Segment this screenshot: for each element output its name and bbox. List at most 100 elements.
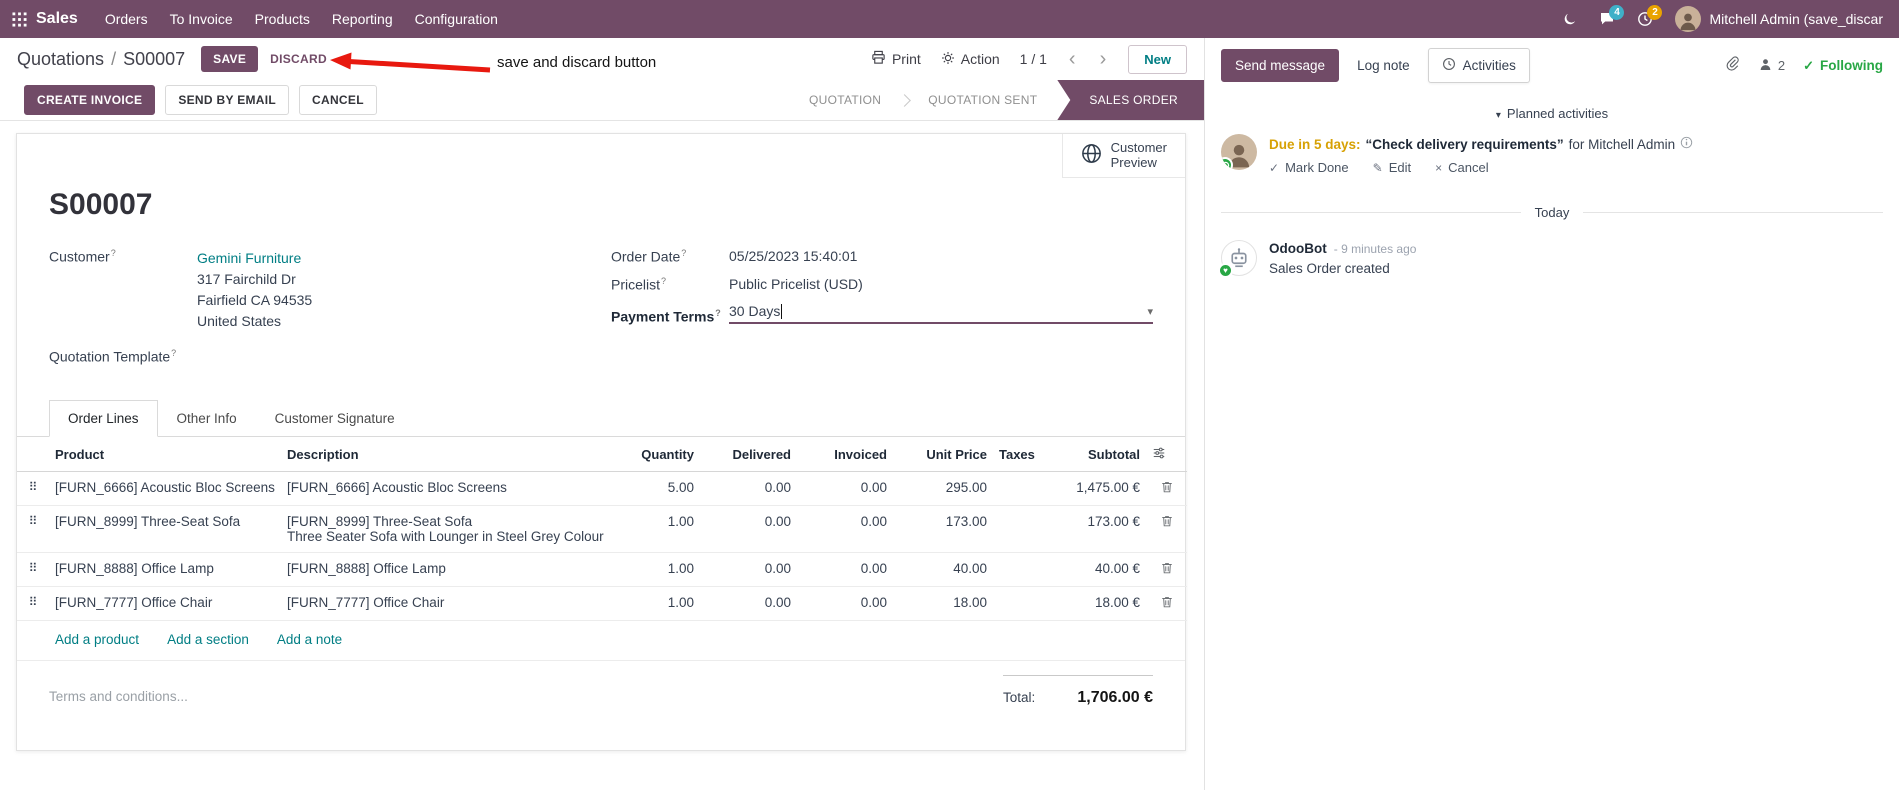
action-button[interactable]: Action: [941, 51, 1000, 68]
delete-line-icon[interactable]: [1146, 586, 1187, 621]
mark-done-button[interactable]: ✓ Mark Done: [1269, 160, 1349, 175]
dropdown-caret-icon[interactable]: ▾: [1147, 305, 1153, 318]
cancel-order-button[interactable]: CANCEL: [299, 85, 377, 115]
line-unit-price[interactable]: 295.00: [893, 471, 993, 506]
tab-other-info[interactable]: Other Info: [158, 400, 256, 437]
drag-handle-icon[interactable]: ⠿: [17, 471, 49, 506]
menu-orders[interactable]: Orders: [94, 0, 159, 38]
line-taxes[interactable]: [993, 586, 1055, 621]
save-button[interactable]: SAVE: [201, 46, 259, 72]
terms-and-conditions-input[interactable]: Terms and conditions...: [49, 689, 188, 707]
drag-handle-icon[interactable]: ⠿: [17, 505, 49, 553]
line-unit-price[interactable]: 40.00: [893, 552, 993, 587]
line-quantity[interactable]: 1.00: [617, 586, 700, 621]
state-quotation-sent[interactable]: QUOTATION SENT: [908, 80, 1058, 120]
state-quotation[interactable]: QUOTATION: [788, 80, 902, 120]
menu-products[interactable]: Products: [244, 0, 321, 38]
pager-previous-icon[interactable]: ‹: [1067, 49, 1078, 69]
pricelist-value[interactable]: Public Pricelist (USD): [729, 276, 863, 293]
discard-button[interactable]: DISCARD: [270, 52, 327, 66]
invoiced-column-header[interactable]: Invoiced: [797, 436, 893, 472]
attachment-paperclip-icon[interactable]: [1724, 55, 1740, 76]
line-description[interactable]: [FURN_8888] Office Lamp: [281, 552, 617, 587]
apps-grid-icon[interactable]: [12, 11, 27, 27]
line-delivered[interactable]: 0.00: [700, 552, 797, 587]
unit-price-column-header[interactable]: Unit Price: [893, 436, 993, 472]
activity-clock-icon[interactable]: 2: [1637, 5, 1663, 27]
tab-order-lines[interactable]: Order Lines: [49, 399, 158, 437]
line-delivered[interactable]: 0.00: [700, 586, 797, 621]
message-author[interactable]: OdooBot: [1269, 241, 1327, 256]
order-line-row[interactable]: ⠿ [FURN_8999] Three-Seat Sofa [FURN_8999…: [17, 505, 1187, 553]
add-a-product-link[interactable]: Add a product: [55, 632, 139, 647]
line-quantity[interactable]: 1.00: [617, 505, 700, 553]
order-line-row[interactable]: ⠿ [FURN_8888] Office Lamp [FURN_8888] Of…: [17, 552, 1187, 587]
line-description[interactable]: [FURN_8999] Three-Seat Sofa Three Seater …: [281, 505, 617, 553]
followers-button[interactable]: 2: [1758, 57, 1785, 75]
line-quantity[interactable]: 5.00: [617, 471, 700, 506]
line-quantity[interactable]: 1.00: [617, 552, 700, 587]
app-name[interactable]: Sales: [36, 10, 78, 28]
following-button[interactable]: ✓ Following: [1803, 58, 1883, 74]
line-taxes[interactable]: [993, 471, 1055, 506]
pager-next-icon[interactable]: ›: [1098, 49, 1109, 69]
customer-preview-button[interactable]: Customer Preview: [1061, 134, 1185, 178]
line-invoiced[interactable]: 0.00: [797, 586, 893, 621]
breadcrumb-quotations[interactable]: Quotations: [17, 49, 104, 70]
activities-tab-button[interactable]: Activities: [1427, 48, 1530, 83]
create-invoice-button[interactable]: CREATE INVOICE: [24, 85, 156, 115]
add-a-note-link[interactable]: Add a note: [277, 632, 342, 647]
optional-columns-icon[interactable]: [1146, 436, 1187, 472]
menu-to-invoice[interactable]: To Invoice: [159, 0, 244, 38]
send-by-email-button[interactable]: SEND BY EMAIL: [165, 85, 290, 115]
drag-handle-icon[interactable]: ⠿: [17, 586, 49, 621]
line-taxes[interactable]: [993, 552, 1055, 587]
drag-handle-icon[interactable]: ⠿: [17, 552, 49, 587]
state-sales-order[interactable]: SALES ORDER: [1057, 80, 1204, 120]
menu-reporting[interactable]: Reporting: [321, 0, 404, 38]
user-menu[interactable]: Mitchell Admin (save_discar: [1675, 6, 1883, 32]
line-product[interactable]: [FURN_8888] Office Lamp: [49, 552, 281, 587]
line-product[interactable]: [FURN_8999] Three-Seat Sofa: [49, 505, 281, 553]
line-unit-price[interactable]: 173.00: [893, 505, 993, 553]
cancel-activity-button[interactable]: × Cancel: [1435, 160, 1488, 175]
line-invoiced[interactable]: 0.00: [797, 505, 893, 553]
order-line-row[interactable]: ⠿ [FURN_6666] Acoustic Bloc Screens [FUR…: [17, 471, 1187, 506]
tab-customer-signature[interactable]: Customer Signature: [256, 400, 414, 437]
line-description[interactable]: [FURN_6666] Acoustic Bloc Screens: [281, 471, 617, 506]
customer-link[interactable]: Gemini Furniture: [197, 248, 312, 269]
print-button[interactable]: Print: [871, 50, 921, 68]
line-description[interactable]: [FURN_7777] Office Chair: [281, 586, 617, 621]
line-invoiced[interactable]: 0.00: [797, 471, 893, 506]
send-message-button[interactable]: Send message: [1221, 49, 1340, 82]
delivered-column-header[interactable]: Delivered: [700, 436, 797, 472]
menu-configuration[interactable]: Configuration: [404, 0, 509, 38]
dark-mode-moon-icon[interactable]: [1563, 12, 1577, 26]
delete-line-icon[interactable]: [1146, 505, 1187, 553]
quotation-template-field[interactable]: Quotation Template?: [49, 348, 611, 365]
info-icon[interactable]: [1680, 136, 1693, 152]
line-invoiced[interactable]: 0.00: [797, 552, 893, 587]
edit-activity-button[interactable]: ✎ Edit: [1373, 160, 1411, 175]
new-button[interactable]: New: [1128, 44, 1187, 74]
line-taxes[interactable]: [993, 505, 1055, 553]
order-line-row[interactable]: ⠿ [FURN_7777] Office Chair [FURN_7777] O…: [17, 586, 1187, 621]
line-unit-price[interactable]: 18.00: [893, 586, 993, 621]
log-note-button[interactable]: Log note: [1353, 50, 1414, 81]
product-column-header[interactable]: Product: [49, 436, 281, 472]
line-product[interactable]: [FURN_6666] Acoustic Bloc Screens: [49, 471, 281, 506]
line-delivered[interactable]: 0.00: [700, 505, 797, 553]
line-product[interactable]: [FURN_7777] Office Chair: [49, 586, 281, 621]
subtotal-column-header[interactable]: Subtotal: [1055, 436, 1146, 472]
delete-line-icon[interactable]: [1146, 471, 1187, 506]
description-column-header[interactable]: Description: [281, 436, 617, 472]
add-a-section-link[interactable]: Add a section: [167, 632, 249, 647]
planned-activities-header[interactable]: ▾ Planned activities: [1205, 106, 1899, 121]
line-delivered[interactable]: 0.00: [700, 471, 797, 506]
messages-icon[interactable]: 4: [1599, 5, 1625, 27]
delete-line-icon[interactable]: [1146, 552, 1187, 587]
quantity-column-header[interactable]: Quantity: [617, 436, 700, 472]
order-date-value[interactable]: 05/25/2023 15:40:01: [729, 248, 857, 265]
payment-terms-input[interactable]: 30 Days ▾: [729, 303, 1153, 325]
taxes-column-header[interactable]: Taxes: [993, 436, 1055, 472]
